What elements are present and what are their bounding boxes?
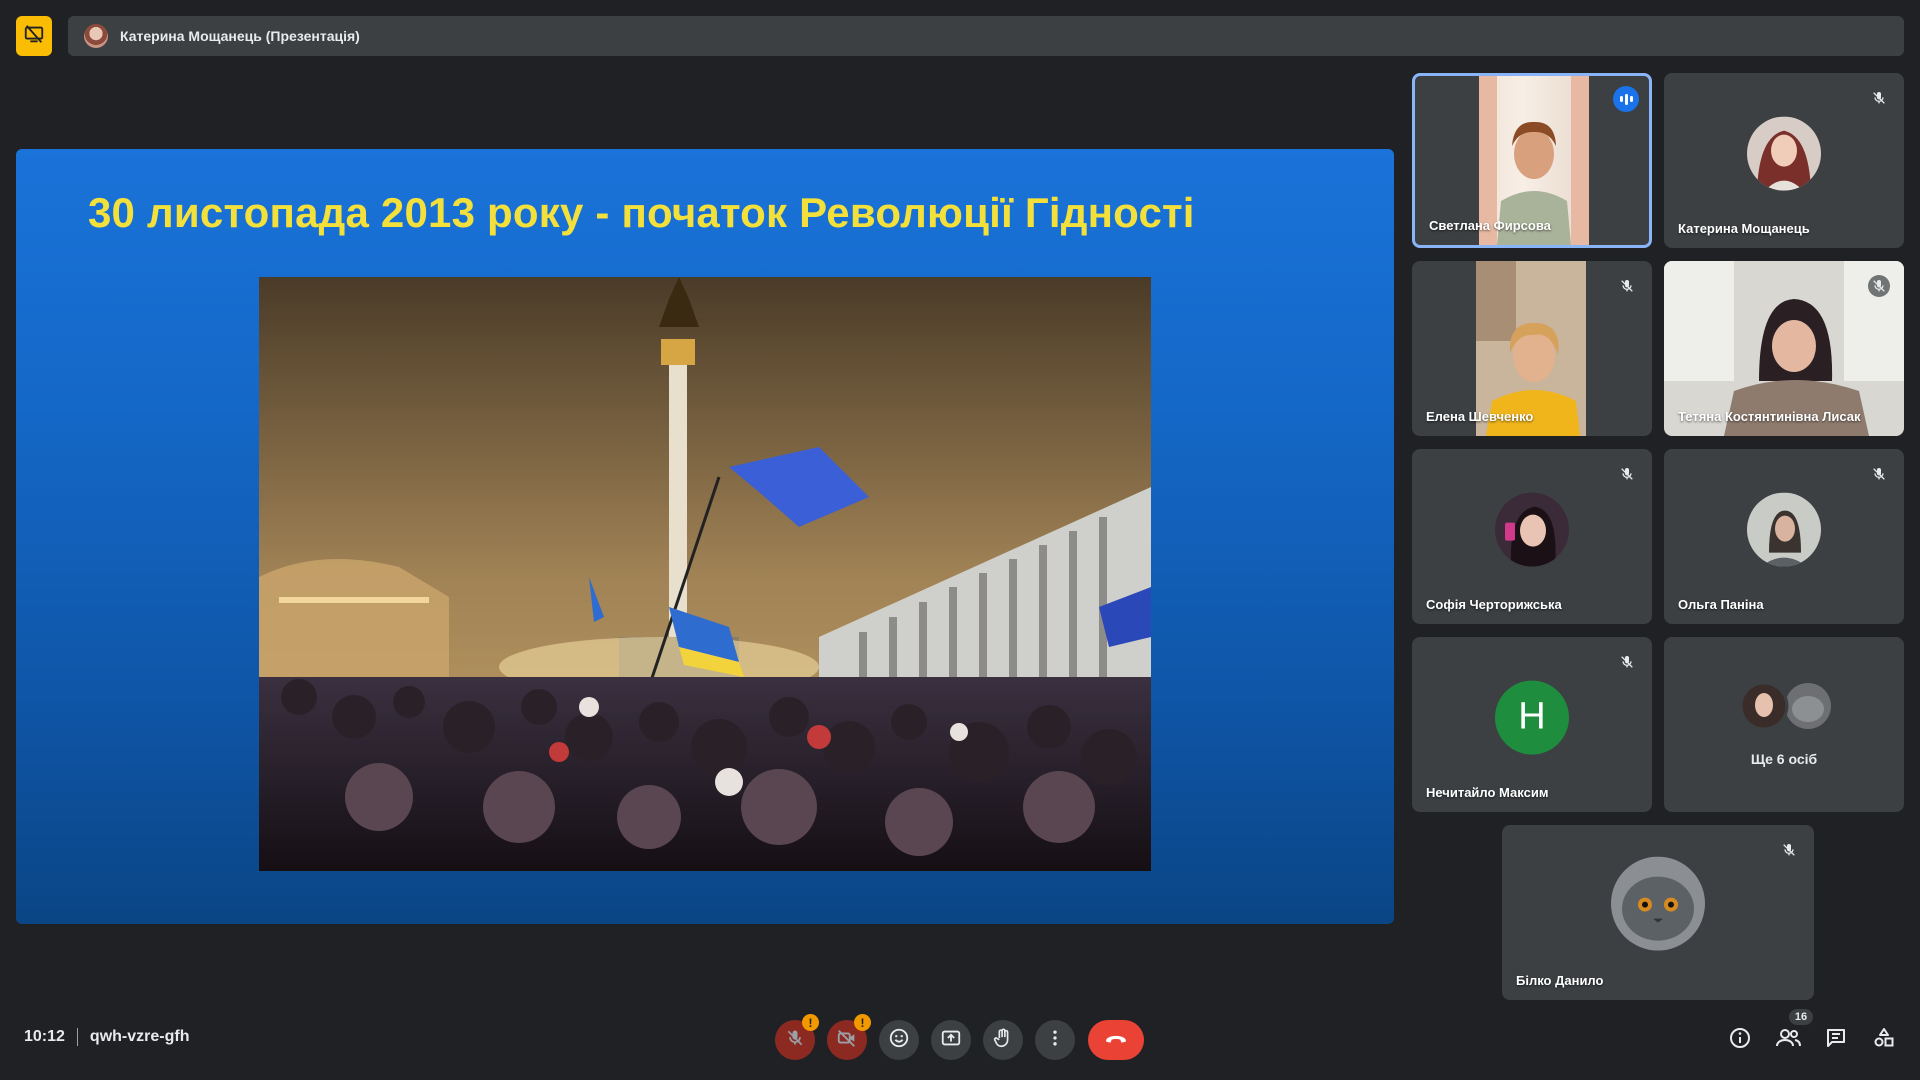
participant-tile[interactable]: Елена Шевченко <box>1412 261 1652 436</box>
participant-name: Светлана Фирсова <box>1429 218 1551 233</box>
mic-off-icon <box>1616 275 1638 297</box>
mic-toggle-button[interactable]: ! <box>775 1014 819 1060</box>
participant-avatar: H <box>1495 680 1569 755</box>
participant-name: Нечитайло Максим <box>1426 785 1549 800</box>
more-participants-tile[interactable]: Ще 6 осіб <box>1664 637 1904 812</box>
grouped-avatars <box>1739 681 1832 731</box>
slide-title: 30 листопада 2013 року - початок Революц… <box>88 189 1195 236</box>
reactions-button[interactable] <box>879 1020 919 1060</box>
participant-name: Білко Данило <box>1516 973 1604 988</box>
participant-name: Софія Черторижська <box>1426 597 1562 612</box>
mic-off-icon <box>1868 87 1890 109</box>
participant-name: Ольга Паніна <box>1678 597 1764 612</box>
camera-off-icon <box>836 1027 858 1054</box>
participant-name: Тетяна Костянтинівна Лисак <box>1678 409 1861 424</box>
warning-icon: ! <box>854 1014 871 1031</box>
activities-icon <box>1872 1026 1896 1055</box>
meeting-time: 10:12 <box>24 1028 65 1045</box>
slide-photo <box>259 277 1151 871</box>
participant-name: Елена Шевченко <box>1426 409 1534 424</box>
emoji-icon <box>888 1027 910 1054</box>
speaking-indicator-icon <box>1613 86 1639 112</box>
participant-tile[interactable]: Катерина Мощанець <box>1664 73 1904 248</box>
mic-off-icon <box>1778 839 1800 861</box>
activities-button[interactable] <box>1870 1026 1898 1054</box>
more-participants-label: Ще 6 осіб <box>1750 751 1818 767</box>
participant-tile[interactable]: Ольга Паніна <box>1664 449 1904 624</box>
participant-avatar <box>1747 116 1821 191</box>
present-screen-icon <box>940 1027 962 1054</box>
mic-off-icon <box>785 1028 805 1053</box>
meeting-code: qwh-vzre-gfh <box>89 1028 190 1045</box>
presentation-badge[interactable] <box>16 16 52 56</box>
warning-icon: ! <box>802 1014 819 1031</box>
participant-avatar <box>1495 492 1569 567</box>
leave-call-button[interactable] <box>1088 1020 1144 1060</box>
presenter-avatar <box>84 24 108 48</box>
more-options-button[interactable] <box>1035 1020 1075 1060</box>
participant-avatar <box>1611 856 1705 951</box>
participant-tile[interactable]: Софія Черторижська <box>1412 449 1652 624</box>
people-icon <box>1775 1026 1801 1055</box>
mic-off-icon <box>1868 463 1890 485</box>
participant-tile[interactable]: Білко Данило <box>1502 825 1814 1000</box>
call-end-icon <box>1103 1025 1129 1056</box>
participant-tile[interactable]: H Нечитайло Максим <box>1412 637 1652 812</box>
meeting-details: 10:12 qwh-vzre-gfh <box>24 1028 189 1046</box>
meeting-info-button[interactable] <box>1726 1026 1754 1054</box>
presenter-title: Катерина Мощанець (Презентація) <box>120 28 360 44</box>
participant-count-badge: 16 <box>1789 1009 1813 1025</box>
camera-toggle-button[interactable]: ! <box>827 1014 871 1060</box>
present-off-icon <box>23 23 45 50</box>
meet-window: Катерина Мощанець (Презентація) 30 листо… <box>0 0 1920 1080</box>
more-vert-icon <box>1045 1028 1065 1053</box>
participant-avatar <box>1747 492 1821 567</box>
chat-button[interactable] <box>1822 1026 1850 1054</box>
info-icon <box>1728 1026 1752 1055</box>
chat-icon <box>1824 1026 1848 1055</box>
present-screen-button[interactable] <box>931 1020 971 1060</box>
raise-hand-button[interactable] <box>983 1020 1023 1060</box>
presentation-slide: 30 листопада 2013 року - початок Революц… <box>16 149 1394 924</box>
presentation-header[interactable]: Катерина Мощанець (Презентація) <box>68 16 1904 56</box>
participant-name: Катерина Мощанець <box>1678 221 1810 236</box>
people-button[interactable] <box>1774 1026 1802 1054</box>
divider <box>76 1028 78 1046</box>
mic-off-icon <box>1868 275 1890 297</box>
raise-hand-icon <box>992 1027 1014 1054</box>
mic-off-icon <box>1616 651 1638 673</box>
participant-tile[interactable]: Светлана Фирсова <box>1412 73 1652 248</box>
participant-tile[interactable]: Тетяна Костянтинівна Лисак <box>1664 261 1904 436</box>
mic-off-icon <box>1616 463 1638 485</box>
